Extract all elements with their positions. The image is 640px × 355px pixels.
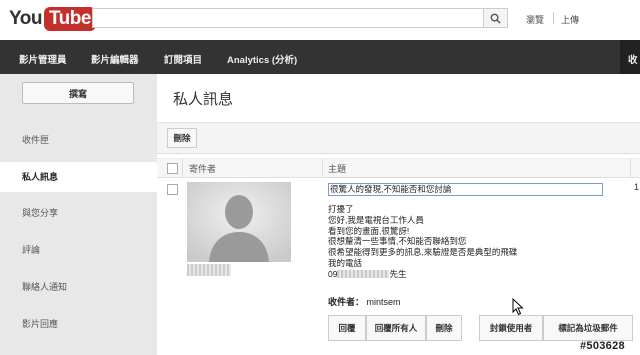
- message-body: 打擾了 您好,我是電視台工作人員 看到您的畫面,很驚訝! 很想釐清一些事情,不知…: [328, 204, 517, 280]
- sidebar-item-shared-with-you[interactable]: 與您分享: [0, 199, 157, 227]
- recipient-line: 收件者： mintsem: [328, 295, 401, 308]
- recipient-label: 收件者：: [328, 297, 365, 307]
- reply-all-button[interactable]: 回覆所有人: [366, 315, 426, 341]
- page-title: 私人訊息: [173, 91, 234, 108]
- browse-link[interactable]: 瀏覽: [526, 13, 544, 26]
- delete-button[interactable]: 刪除: [167, 128, 197, 148]
- block-user-button[interactable]: 封鎖使用者: [479, 315, 543, 341]
- nav-right-label: 收: [628, 55, 638, 66]
- body-line: 打擾了: [328, 204, 354, 214]
- body-line: 您好,我是電視台工作人員: [328, 214, 424, 225]
- logo-tube: Tube: [43, 7, 96, 31]
- phone-prefix: 09: [328, 268, 338, 279]
- message-subject[interactable]: 很驚人的發現,不知能否和您討論: [328, 183, 603, 196]
- nav-analytics[interactable]: Analytics (分析): [227, 52, 297, 66]
- top-header: You Tube 瀏覽 上傳: [0, 0, 640, 40]
- sender-avatar[interactable]: [187, 182, 291, 262]
- logo-you: You: [9, 8, 42, 29]
- header-divider-3: [630, 159, 631, 177]
- column-sender[interactable]: 寄件者: [189, 162, 216, 175]
- search-icon: [490, 13, 501, 24]
- phone-number-blurred: [337, 269, 390, 278]
- messages-panel: 私人訊息 刪除 寄件者 主題 很驚人的發現,不知能否和您討論 打擾了 您好,我是…: [157, 74, 640, 355]
- recipient-name[interactable]: mintsem: [367, 297, 401, 307]
- header-divider-2: [322, 159, 323, 177]
- compose-button[interactable]: 撰寫: [22, 82, 134, 104]
- upload-link[interactable]: 上傳: [561, 13, 579, 26]
- body-line: 很希望能得到更多的訊息,來驗證是否是典型的飛碟: [328, 247, 518, 258]
- message-count: 1: [634, 182, 640, 192]
- mark-as-spam-button[interactable]: 標記為垃圾郵件: [543, 315, 633, 341]
- messages-table-header: 寄件者 主題: [157, 158, 640, 178]
- reply-button[interactable]: 回覆: [328, 315, 366, 341]
- messages-toolbar: 刪除: [157, 123, 640, 154]
- sidebar-item-private-messages[interactable]: 私人訊息: [0, 162, 157, 192]
- select-all-checkbox[interactable]: [167, 163, 178, 174]
- sidebar-item-contact-notifications[interactable]: 聯絡人通知: [0, 273, 157, 301]
- search-input[interactable]: [92, 8, 484, 28]
- header-divider: [553, 12, 554, 24]
- sender-name-blurred: [187, 264, 231, 276]
- nav-right-section[interactable]: 收: [620, 40, 640, 74]
- message-checkbox[interactable]: [167, 184, 178, 195]
- search-button[interactable]: [484, 8, 508, 28]
- nav-subscriptions[interactable]: 訂閱項目: [164, 52, 202, 66]
- channel-nav-bar: 影片管理員 影片編輯器 訂閱項目 Analytics (分析): [0, 40, 640, 74]
- nav-video-editor[interactable]: 影片編輯器: [91, 52, 139, 66]
- body-line-phone: 09 先生: [328, 269, 517, 280]
- mouse-cursor-icon: [512, 298, 524, 316]
- sidebar-item-inbox[interactable]: 收件匣: [0, 126, 157, 154]
- watermark: #503628: [580, 340, 625, 352]
- phone-suffix: 先生: [389, 268, 407, 279]
- column-subject[interactable]: 主題: [328, 162, 346, 175]
- body-line: 我的電話: [328, 257, 363, 268]
- body-line: 看到您的畫面,很驚訝!: [328, 225, 410, 236]
- sidebar-item-comments[interactable]: 評論: [0, 236, 157, 264]
- default-avatar-icon: [187, 182, 291, 262]
- inbox-sidebar: 撰寫 收件匣 私人訊息 與您分享 評論 聯絡人通知 影片回應: [0, 74, 157, 355]
- header-divider-1: [182, 159, 183, 177]
- youtube-logo[interactable]: You Tube: [9, 6, 96, 32]
- delete-message-button[interactable]: 刪除: [426, 315, 462, 341]
- nav-video-manager[interactable]: 影片管理員: [19, 52, 67, 66]
- body-line: 很想釐清一些事情,不知能否聯絡到您: [328, 236, 467, 247]
- sidebar-item-video-responses[interactable]: 影片回應: [0, 310, 157, 338]
